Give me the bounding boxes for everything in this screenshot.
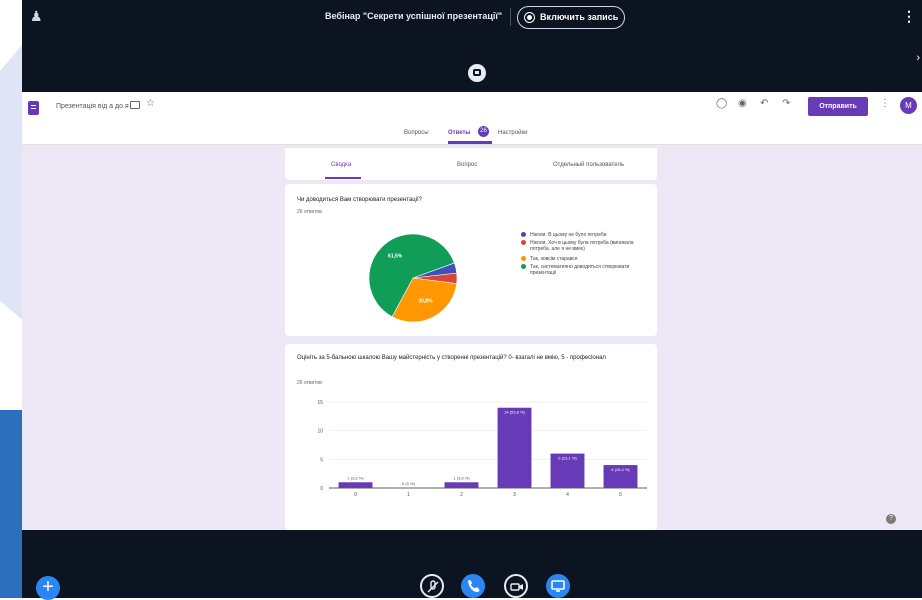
help-icon[interactable]: ? (886, 514, 896, 524)
avatar[interactable]: M (900, 97, 917, 114)
redo-icon[interactable]: ↷ (782, 98, 790, 109)
bar (444, 482, 479, 488)
y-tick-label: 15 (317, 400, 323, 406)
collapse-arrow-icon[interactable]: › (916, 52, 920, 64)
x-tick-label: 4 (566, 492, 569, 498)
subtab-summary[interactable]: Сводка (331, 162, 351, 168)
bar-data-label: 0 (0 %) (402, 481, 416, 486)
response-count: 26 ответов (297, 209, 322, 215)
x-tick-label: 0 (354, 492, 357, 498)
legend-swatch (521, 256, 526, 261)
x-tick-label: 3 (513, 492, 516, 498)
legend-label: Так, зовсім старався (530, 256, 578, 262)
more-vert-icon[interactable]: ⋮ (880, 98, 890, 109)
pie-chart: 30,8% 61,5% (368, 233, 458, 323)
mic-off-icon (427, 580, 439, 593)
y-tick-label: 5 (320, 457, 323, 463)
camera-icon (510, 583, 523, 591)
camera-button[interactable] (504, 574, 528, 598)
preview-eye-icon[interactable]: ◉ (738, 98, 747, 109)
legend-label: Так, систематично доводиться створювати … (530, 264, 630, 276)
screen-share-icon (551, 580, 565, 592)
legend-swatch (521, 232, 526, 237)
tab-questions[interactable]: Вопросы (404, 130, 429, 136)
response-count: 26 ответов (297, 380, 322, 386)
question-title: Чи доводиться Вам створювати презентації… (297, 197, 423, 203)
bar-data-label: 4 (15,4 %) (611, 467, 630, 472)
bar-data-label: 1 (3,8 %) (347, 475, 364, 480)
legend-label: Ніколи. В цьому не було потреби (530, 232, 607, 238)
record-button[interactable]: Включить запись (517, 6, 625, 29)
y-tick-label: 10 (317, 429, 323, 435)
undo-icon[interactable]: ↶ (760, 98, 768, 109)
palette-icon[interactable]: ◯ (716, 98, 727, 109)
bar (338, 482, 373, 488)
star-icon[interactable]: ☆ (146, 98, 155, 109)
phone-button[interactable] (461, 574, 485, 598)
document-title[interactable]: Презентація від а до я (56, 103, 129, 110)
meeting-controls-bar: + (22, 530, 922, 600)
x-tick-label: 5 (619, 492, 622, 498)
participants-icon[interactable]: ♟ (30, 8, 43, 25)
active-subtab-indicator (325, 177, 361, 179)
meeting-top-bar: ♟ Вебінар "Секрети успішної презентації"… (22, 0, 922, 92)
tab-answers[interactable]: Ответы (448, 130, 471, 136)
legend-swatch (521, 264, 526, 269)
bar-data-label: 6 (23,1 %) (558, 456, 577, 461)
add-button[interactable]: + (36, 576, 60, 600)
legend-swatch (521, 240, 526, 245)
pie-data-label: 30,8% (418, 298, 433, 304)
x-tick-label: 1 (407, 492, 410, 498)
question-card-pie: Чи доводиться Вам створювати презентації… (285, 184, 657, 336)
bar (497, 407, 532, 488)
phone-icon (468, 580, 480, 592)
tab-settings[interactable]: Настройки (498, 130, 527, 136)
x-tick-label: 2 (460, 492, 463, 498)
webinar-title: Вебінар "Секрети успішної презентації" (325, 11, 503, 21)
send-button[interactable]: Отправить (808, 97, 868, 116)
screen-share-badge-icon (468, 64, 486, 82)
shared-screen: Презентація від а до я ☆ ◯ ◉ ↶ ↷ Отправи… (22, 92, 922, 530)
answers-count-badge: 26 (478, 126, 489, 137)
forms-header: Презентація від а до я ☆ ◯ ◉ ↶ ↷ Отправи… (22, 92, 922, 145)
folder-icon[interactable] (130, 101, 140, 109)
screen-share-button[interactable] (546, 574, 570, 598)
mute-mic-button[interactable] (420, 574, 444, 598)
bar-data-label: 1 (3,8 %) (453, 475, 470, 480)
divider (510, 8, 511, 26)
record-icon (524, 12, 535, 23)
record-button-label: Включить запись (540, 12, 619, 22)
legend-label: Ніколи. Хоч в цьому була потреба (виника… (530, 240, 634, 252)
subtab-question[interactable]: Вопрос (457, 162, 477, 168)
bar-chart: 0 5 10 15 1 (3,8 %) 0 0 (0 %) 1 1 (3,8 %) 2 14 (53… (317, 400, 647, 498)
question-card-bar: Оцініть за 5-бальною шкалою Вашу майстер… (285, 344, 657, 530)
forms-logo-icon (28, 101, 39, 115)
subtab-individual[interactable]: Отдельный пользователь (553, 162, 624, 168)
pie-data-label: 61,5% (388, 253, 403, 259)
bar-data-label: 14 (53,8 %) (504, 410, 525, 415)
question-title: Оцініть за 5-бальною шкалою Вашу майстер… (297, 355, 606, 361)
more-menu-icon[interactable]: ⋮ (902, 8, 916, 25)
y-tick-label: 0 (320, 486, 323, 492)
active-tab-indicator (448, 141, 492, 144)
response-view-tabs: Сводка Вопрос Отдельный пользователь (285, 148, 657, 180)
